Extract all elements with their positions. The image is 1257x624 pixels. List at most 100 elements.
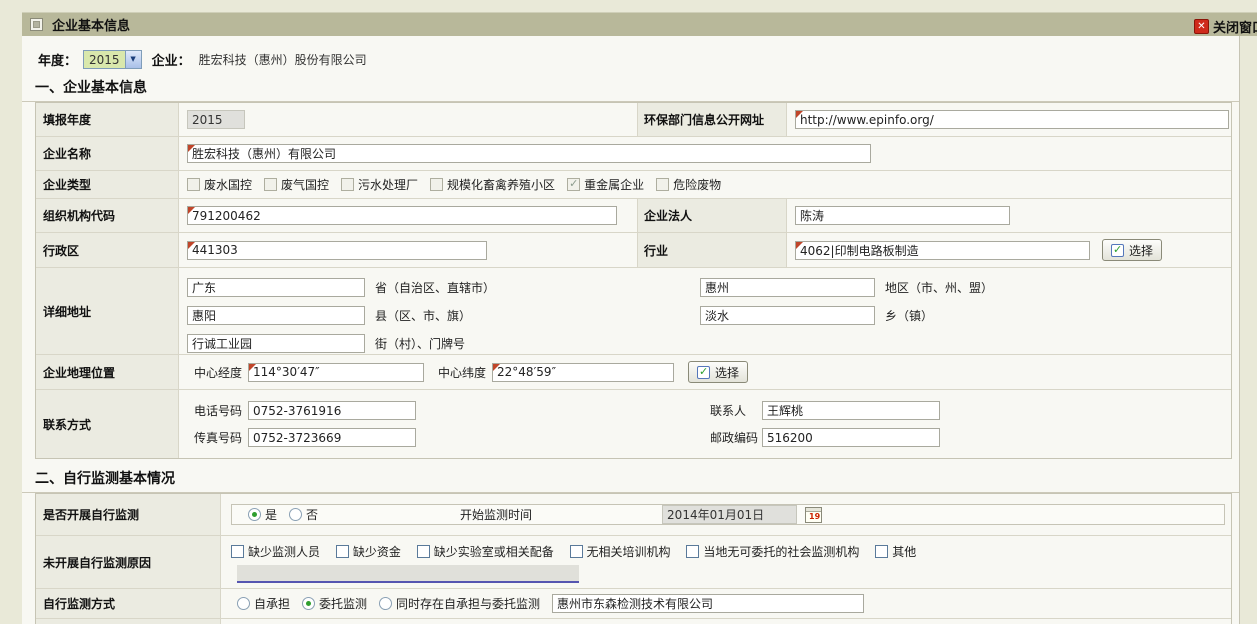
region-code-label: 行政区 [36,233,179,267]
calendar-icon[interactable] [805,507,822,523]
checkbox-icon[interactable] [417,545,430,558]
close-window-button[interactable]: ✕ 关闭窗口 [1194,17,1257,36]
address-county-input[interactable] [187,306,365,325]
town-suffix-label: 乡（镇） [885,307,933,324]
screen: 企业基本信息 ✕ 关闭窗口 年度： 2015 ▼ 企业： 胜宏科技（惠州）股份有… [0,0,1257,624]
checkbox-icon[interactable] [187,178,200,191]
checkbox-wastewater-control[interactable]: 废水国控 [187,176,252,193]
row-fill-year: 填报年度 环保部门信息公开网址 [36,103,1231,137]
checkbox-icon[interactable] [430,178,443,191]
checkbox-icon[interactable] [875,545,888,558]
year-select-value: 2015 [84,51,125,68]
radio-icon[interactable] [248,508,261,521]
row-region-code: 行政区 行业 选择 [36,233,1231,268]
latitude-input[interactable] [492,363,674,382]
reason-label: 未开展自行监测原因 [36,536,221,588]
year-select[interactable]: 2015 ▼ [83,50,142,69]
carry-out-label: 是否开展自行监测 [36,494,221,535]
checkbox-other-reason[interactable]: 其他 [875,543,916,560]
org-code-label: 组织机构代码 [36,199,179,232]
longitude-input[interactable] [248,363,424,382]
radio-icon[interactable] [302,597,315,610]
latitude-label: 中心纬度 [438,364,486,381]
company-name-label: 企业名称 [36,137,179,170]
province-suffix-label: 省（自治区、直辖市） [375,279,495,296]
checkbox-sewage-plant[interactable]: 污水处理厂 [341,176,418,193]
checkbox-icon[interactable] [336,545,349,558]
window-title: 企业基本信息 [52,15,130,34]
row-no-monitoring-reason: 未开展自行监测原因 缺少监测人员 缺少资金 缺少实验室或相关配备 无相关培训机构… [36,536,1231,589]
checkbox-heavy-metal[interactable]: 重金属企业 [567,176,644,193]
row-monitoring-mode: 自行监测方式 自承担 委托监测 同时存在自承担与委托监测 [36,589,1231,619]
checkbox-icon[interactable] [570,545,583,558]
check-icon [1111,244,1124,257]
radio-carry-out-no[interactable]: 否 [289,506,318,523]
checkbox-lack-lab[interactable]: 缺少实验室或相关配备 [417,543,554,560]
address-town-input[interactable] [700,306,875,325]
checkbox-hazardous-waste[interactable]: 危险废物 [656,176,721,193]
form-panel: 年度： 2015 ▼ 企业： 胜宏科技（惠州）股份有限公司 一、企业基本信息 填… [22,36,1240,624]
mode-label: 自行监测方式 [36,589,221,618]
checkbox-livestock-area[interactable]: 规模化畜禽养殖小区 [430,176,555,193]
row-monitoring-detail-partial [36,619,1231,624]
company-type-label: 企业类型 [36,171,179,198]
radio-carry-out-yes[interactable]: 是 [248,506,277,523]
legal-person-label: 企业法人 [637,199,787,232]
legal-person-input[interactable] [795,206,1010,225]
checkbox-lack-funds[interactable]: 缺少资金 [336,543,401,560]
close-window-label[interactable]: 关闭窗口 [1213,17,1257,36]
row-company-name: 企业名称 [36,137,1231,171]
section1-heading: 一、企业基本信息 [22,71,1239,102]
radio-icon[interactable] [379,597,392,610]
org-code-input[interactable] [187,206,617,225]
checkbox-wastegas-control[interactable]: 废气国控 [264,176,329,193]
radio-self-undertake[interactable]: 自承担 [237,595,290,612]
epinfo-url-input[interactable] [795,110,1229,129]
checkbox-icon[interactable] [341,178,354,191]
row-contact: 联系方式 电话号码 传真号码 联系人 [36,390,1231,458]
toolbar: 年度： 2015 ▼ 企业： 胜宏科技（惠州）股份有限公司 [22,36,1239,69]
radio-entrusted-monitoring[interactable]: 委托监测 [302,595,367,612]
carry-out-inner-box: 是 否 开始监测时间 [231,504,1225,525]
longitude-label: 中心经度 [194,364,242,381]
window-icon [30,18,43,31]
section2-heading: 二、自行监测基本情况 [22,462,1239,493]
zip-code-input[interactable] [762,428,940,447]
phone-input[interactable] [248,401,416,420]
industry-select-button[interactable]: 选择 [1102,239,1162,261]
start-time-input [662,505,797,524]
company-name-input[interactable] [187,144,871,163]
region-code-input[interactable] [187,241,487,260]
year-label: 年度： [38,50,77,69]
start-time-label: 开始监测时间 [460,506,532,523]
address-province-input[interactable] [187,278,365,297]
epinfo-url-label: 环保部门信息公开网址 [637,103,787,136]
fax-input[interactable] [248,428,416,447]
fill-year-input [187,110,245,129]
checkbox-icon[interactable] [567,178,580,191]
industry-input[interactable] [795,241,1090,260]
other-reason-input[interactable] [237,565,579,583]
address-street-input[interactable] [187,334,365,353]
geo-select-button[interactable]: 选择 [688,361,748,383]
checkbox-lack-personnel[interactable]: 缺少监测人员 [231,543,320,560]
address-city-input[interactable] [700,278,875,297]
radio-icon[interactable] [237,597,250,610]
monitoring-org-input[interactable] [552,594,864,613]
radio-both-modes[interactable]: 同时存在自承担与委托监测 [379,595,540,612]
row-carry-out-monitoring: 是否开展自行监测 是 否 开始监测时间 [36,494,1231,536]
contact-person-input[interactable] [762,401,940,420]
checkbox-icon[interactable] [656,178,669,191]
radio-icon[interactable] [289,508,302,521]
close-icon[interactable]: ✕ [1194,19,1209,34]
fill-year-label: 填报年度 [36,103,179,136]
checkbox-no-training[interactable]: 无相关培训机构 [570,543,671,560]
checkbox-icon[interactable] [231,545,244,558]
checkbox-icon[interactable] [264,178,277,191]
check-icon [697,366,710,379]
address-label: 详细地址 [36,268,179,354]
checkbox-icon[interactable] [686,545,699,558]
section1-table: 填报年度 环保部门信息公开网址 企业名称 企业类型 废水国控 [35,102,1232,459]
geo-location-label: 企业地理位置 [36,355,179,389]
checkbox-no-local-agency[interactable]: 当地无可委托的社会监测机构 [686,543,859,560]
